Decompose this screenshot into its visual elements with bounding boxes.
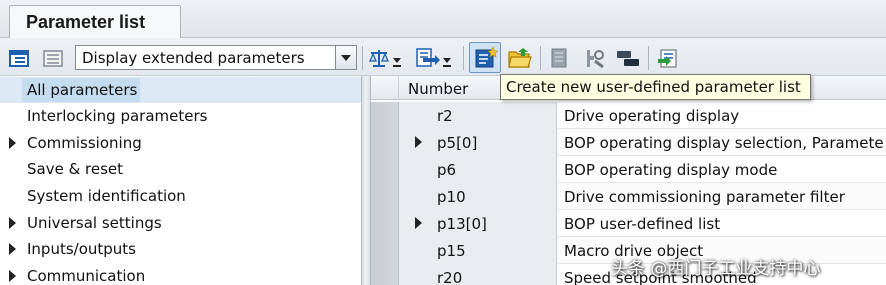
create-user-list-icon bbox=[475, 46, 498, 68]
parameter-description: BOP user-defined list bbox=[564, 215, 721, 233]
tooltip: Create new user-defined parameter list bbox=[500, 74, 811, 100]
number-cell: p10 bbox=[399, 183, 557, 210]
save-icon[interactable] bbox=[548, 47, 570, 69]
expand-arrow-icon[interactable] bbox=[9, 243, 16, 255]
chevron-down-icon bbox=[341, 55, 351, 61]
row-header[interactable] bbox=[371, 237, 399, 264]
parameter-number: p5[0] bbox=[437, 134, 478, 152]
tree-item-universal-settings[interactable]: Universal settings bbox=[0, 210, 361, 236]
parameter-description: BOP operating display selection, Paramet… bbox=[564, 134, 884, 152]
tree-item-label: Interlocking parameters bbox=[27, 107, 208, 125]
tree-item-save-reset[interactable]: Save & reset bbox=[0, 156, 361, 182]
tree-item-inputs-outputs[interactable]: Inputs/outputs bbox=[0, 236, 361, 262]
table-row[interactable]: r2 Drive operating display bbox=[371, 102, 886, 129]
expand-arrow-icon[interactable] bbox=[415, 136, 422, 148]
column-header-number[interactable]: Number bbox=[408, 80, 468, 98]
number-cell: p6 bbox=[399, 156, 557, 183]
toolbar-separator bbox=[463, 46, 464, 70]
row-header[interactable] bbox=[371, 156, 399, 183]
compare-icon[interactable] bbox=[368, 47, 404, 69]
view-select-value: Display extended parameters bbox=[82, 49, 305, 67]
table-corner-cell bbox=[371, 76, 399, 100]
tree-item-label: Commissioning bbox=[27, 134, 142, 152]
table-row[interactable]: p6 BOP operating display mode bbox=[371, 156, 886, 183]
table-row[interactable]: p10 Drive commissioning parameter filter bbox=[371, 183, 886, 210]
tree-item-all-parameters[interactable]: All parameters bbox=[0, 77, 361, 103]
panel-splitter[interactable] bbox=[361, 76, 371, 285]
tree-view-icon[interactable] bbox=[9, 47, 31, 69]
toolbar-separator bbox=[540, 46, 541, 70]
tab-parameter-list[interactable]: Parameter list bbox=[9, 5, 181, 39]
parameter-number: p6 bbox=[437, 161, 457, 179]
row-header[interactable] bbox=[371, 183, 399, 210]
table-row[interactable]: p13[0] BOP user-defined list bbox=[371, 210, 886, 237]
expand-arrow-icon[interactable] bbox=[9, 270, 16, 282]
number-cell: p13[0] bbox=[399, 210, 557, 237]
tab-strip: Parameter list bbox=[0, 0, 886, 39]
tree-item-label: All parameters bbox=[27, 81, 138, 99]
row-header[interactable] bbox=[371, 210, 399, 237]
parameter-description: Drive commissioning parameter filter bbox=[564, 188, 845, 206]
view-select[interactable]: Display extended parameters bbox=[75, 45, 357, 70]
tree-item-interlocking-parameters[interactable]: Interlocking parameters bbox=[0, 103, 361, 129]
parameter-description: Drive operating display bbox=[564, 107, 740, 125]
toolbar-separator bbox=[362, 46, 363, 70]
tree-item-label: Inputs/outputs bbox=[27, 240, 136, 258]
expand-arrow-icon[interactable] bbox=[415, 217, 422, 229]
swap-icon[interactable] bbox=[614, 47, 642, 69]
table-row[interactable]: p5[0] BOP operating display selection, P… bbox=[371, 129, 886, 156]
tree-item-system-identification[interactable]: System identification bbox=[0, 183, 361, 209]
tree-item-label: System identification bbox=[27, 187, 186, 205]
transfer-icon[interactable] bbox=[414, 47, 454, 69]
parameter-number: p10 bbox=[437, 188, 466, 206]
row-header[interactable] bbox=[371, 264, 399, 285]
tools-icon[interactable] bbox=[582, 47, 608, 69]
parameter-number: r2 bbox=[437, 107, 453, 125]
number-cell: p5[0] bbox=[399, 129, 557, 156]
watermark: 头条 @西门子工业支持中心 bbox=[611, 259, 821, 279]
row-header[interactable] bbox=[371, 102, 399, 129]
open-folder-icon[interactable] bbox=[507, 47, 533, 69]
parameter-number: p13[0] bbox=[437, 215, 487, 233]
flat-view-icon[interactable] bbox=[42, 47, 64, 69]
tree-item-communication[interactable]: Communication bbox=[0, 263, 361, 285]
parameter-group-tree: All parameters Interlocking parameters C… bbox=[0, 76, 361, 285]
tree-item-commissioning[interactable]: Commissioning bbox=[0, 130, 361, 156]
number-cell: r2 bbox=[399, 102, 557, 129]
parameter-number: p15 bbox=[437, 242, 466, 260]
parameter-number: r20 bbox=[437, 269, 463, 285]
toolbar-separator bbox=[648, 46, 649, 70]
number-cell: p15 bbox=[399, 237, 557, 264]
tab-label: Parameter list bbox=[26, 12, 146, 32]
export-icon[interactable] bbox=[656, 47, 680, 69]
tree-item-label: Save & reset bbox=[27, 160, 124, 178]
tree-item-label: Communication bbox=[27, 267, 146, 285]
expand-arrow-icon[interactable] bbox=[9, 137, 16, 149]
parameter-description: BOP operating display mode bbox=[564, 161, 778, 179]
create-user-list-button[interactable] bbox=[469, 42, 501, 73]
toolbar: Display extended parameters bbox=[0, 38, 886, 76]
expand-arrow-icon[interactable] bbox=[9, 217, 16, 229]
row-header[interactable] bbox=[371, 129, 399, 156]
number-cell: r20 bbox=[399, 264, 557, 285]
view-select-dropdown-button[interactable] bbox=[335, 46, 356, 69]
tree-item-label: Universal settings bbox=[27, 214, 162, 232]
